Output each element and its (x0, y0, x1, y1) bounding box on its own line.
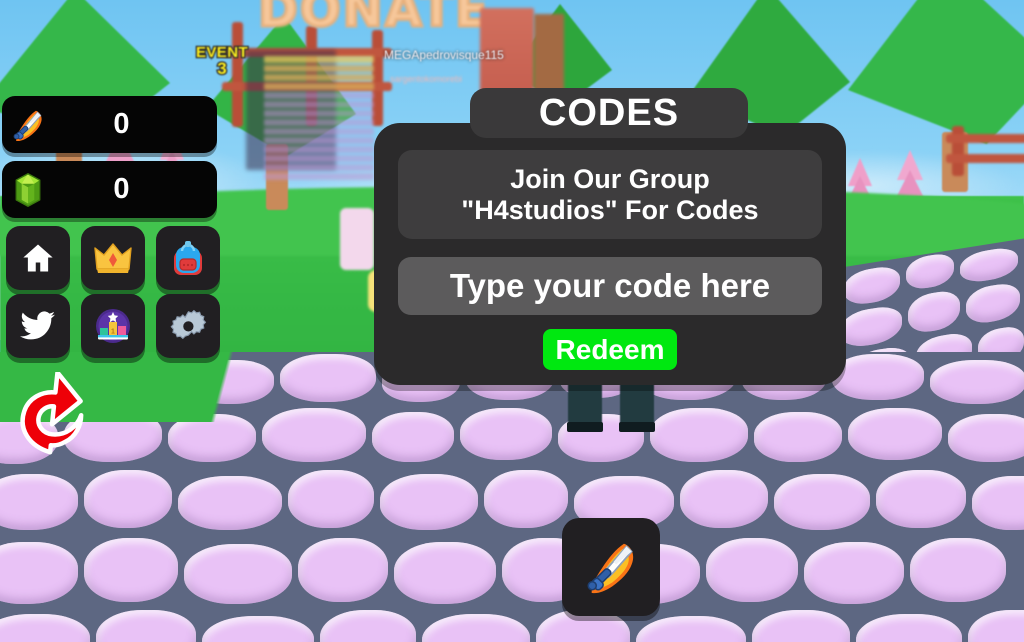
stat-strength[interactable]: 0 (2, 96, 217, 153)
menu-button-grid: 1 (6, 226, 228, 362)
codes-dialog-title-bar: CODES (470, 88, 748, 138)
code-input-field[interactable]: Type your code here (398, 257, 822, 315)
hotbar-slot-1[interactable] (562, 518, 660, 616)
sidebar-item-home[interactable] (6, 226, 70, 290)
gear-icon (170, 309, 207, 340)
event-badge: EVENT 3 (195, 43, 249, 80)
player-nametag-secondary: sargentokomorebi (390, 74, 463, 84)
sidebar-item-twitter[interactable] (6, 294, 70, 358)
fence (946, 126, 1024, 178)
flaming-sword-icon-svg (13, 110, 42, 141)
event-badge-number: 3 (216, 58, 228, 80)
codes-info-line-2: "H4studios" For Codes (461, 194, 759, 225)
codes-dialog-info-box: Join Our Group "H4studios" For Codes (398, 150, 822, 239)
redeem-button[interactable]: Redeem (543, 329, 677, 370)
flaming-sword-icon (2, 106, 54, 144)
tree (838, 0, 1024, 214)
stat-gems[interactable]: 0 (2, 161, 217, 218)
crown-icon (94, 243, 132, 273)
svg-text:1: 1 (111, 329, 115, 336)
distant-leaderboard-rows (264, 56, 374, 191)
donate-sign: DONATE (257, 0, 490, 40)
sidebar-item-leaderboard[interactable]: 1 (81, 294, 145, 358)
twitter-icon (20, 311, 55, 340)
flaming-sword-icon (587, 543, 634, 594)
currency-hud: 0 0 (2, 96, 217, 226)
player-nametag: MEGApedrovisque115 (384, 48, 504, 62)
sidebar-item-vip[interactable] (81, 226, 145, 290)
stat-gems-value: 0 (113, 173, 130, 205)
redeem-button-label: Redeem (555, 333, 665, 365)
code-input-placeholder: Type your code here (449, 267, 771, 304)
game-viewport: DONATE EVENT 3 MEGApedrovisque115 sargen… (0, 0, 1024, 642)
npc-avatar (340, 208, 374, 270)
home-icon (23, 244, 53, 272)
sidebar-item-settings[interactable] (156, 294, 220, 358)
green-gem-icon-svg (15, 172, 41, 207)
red-curved-arrow-annotation (6, 370, 126, 468)
leaderboard-icon: 1 (96, 309, 130, 343)
green-gem-icon (2, 172, 54, 208)
page-title: CODES (538, 91, 680, 134)
backpack-icon (174, 241, 202, 275)
sidebar-item-inventory[interactable] (156, 226, 220, 290)
codes-info-line-1: Join Our Group (510, 163, 710, 194)
stat-strength-value: 0 (113, 108, 130, 140)
red-curved-arrow-icon (20, 370, 84, 455)
